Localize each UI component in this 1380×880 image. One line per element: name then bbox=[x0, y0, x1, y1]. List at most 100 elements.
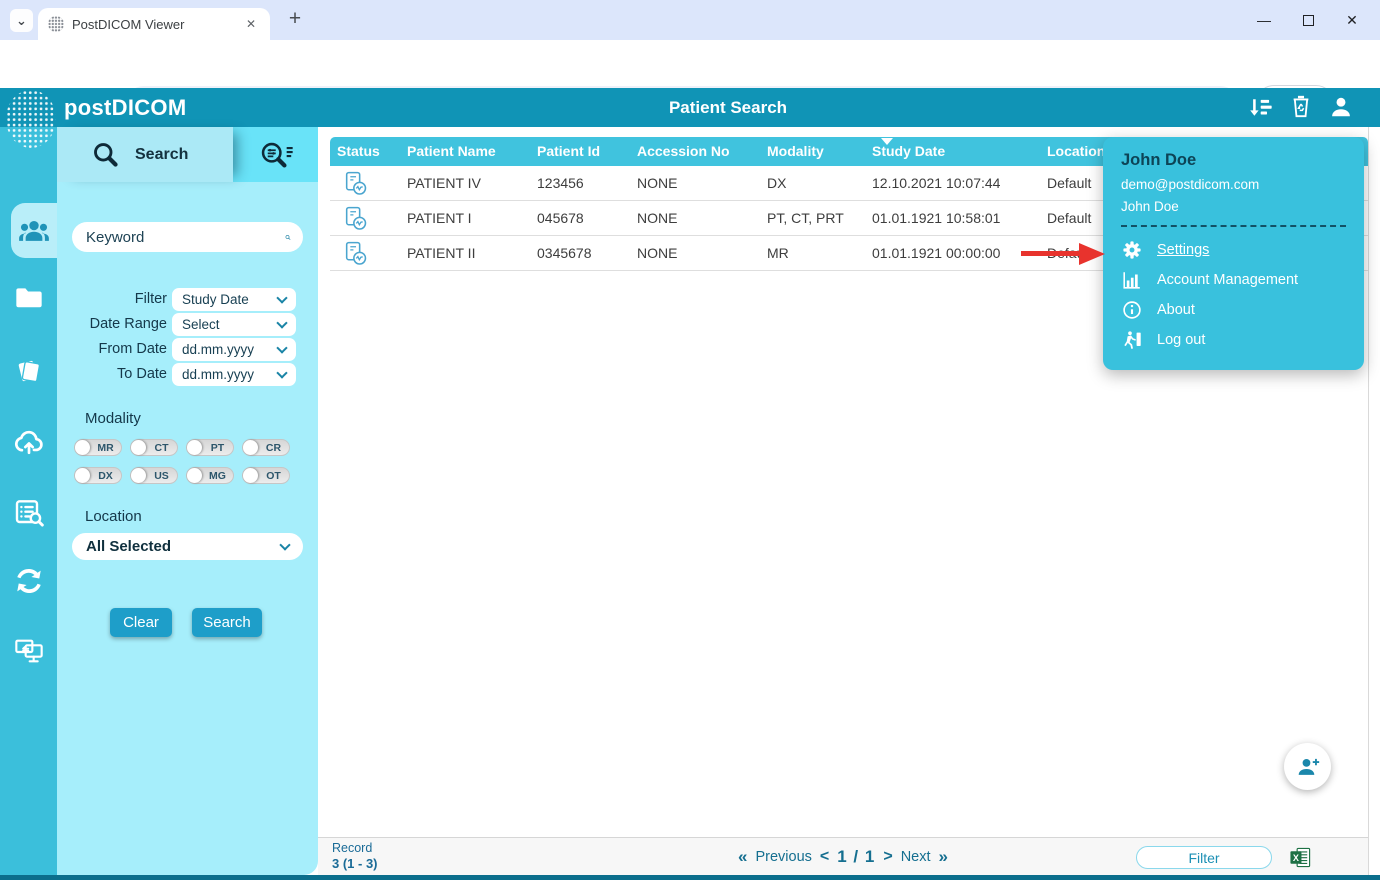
window-minimize-button[interactable]: — bbox=[1244, 0, 1284, 40]
tab-basic-search[interactable]: Search bbox=[57, 127, 233, 182]
sidebar-item-documents[interactable] bbox=[0, 343, 57, 399]
menu-item-account-management[interactable]: Account Management bbox=[1121, 265, 1346, 295]
modality-cr-label: CR bbox=[258, 442, 289, 454]
modality-mr-label: MR bbox=[90, 442, 121, 454]
sidebar-item-sync[interactable] bbox=[0, 553, 57, 609]
from-date-label: From Date bbox=[67, 338, 167, 361]
arrow-shaft bbox=[1021, 251, 1081, 256]
modality-toggle-mr[interactable]: MR bbox=[74, 439, 122, 456]
menu-divider bbox=[1121, 225, 1346, 227]
modality-ct-label: CT bbox=[146, 442, 177, 454]
search-button[interactable]: Search bbox=[192, 608, 262, 637]
tab-close-icon[interactable]: ✕ bbox=[242, 15, 260, 33]
window-close-button[interactable]: ✕ bbox=[1332, 0, 1372, 40]
menu-item-logout[interactable]: Log out bbox=[1121, 325, 1346, 355]
gear-icon bbox=[1121, 239, 1143, 261]
modality-toggle-ct[interactable]: CT bbox=[130, 439, 178, 456]
modality-toggle-ot[interactable]: OT bbox=[242, 467, 290, 484]
new-tab-button[interactable]: + bbox=[282, 6, 308, 32]
export-excel-button[interactable]: X bbox=[1289, 846, 1312, 869]
clear-button[interactable]: Clear bbox=[110, 608, 172, 637]
browser-tab[interactable]: PostDICOM Viewer ✕ bbox=[38, 8, 270, 40]
tab-search-chevron-button[interactable]: ⌄ bbox=[10, 9, 33, 32]
tab-advanced-search[interactable] bbox=[233, 127, 318, 182]
toggle-knob bbox=[243, 440, 258, 455]
keyword-input[interactable] bbox=[86, 229, 285, 246]
remote-monitors-icon bbox=[13, 634, 45, 666]
sidebar-item-remote-workstation[interactable] bbox=[0, 622, 57, 678]
study-status-icon[interactable] bbox=[342, 240, 369, 267]
filter-button[interactable]: Filter bbox=[1136, 846, 1272, 869]
cell-modality: PT, CT, PRT bbox=[760, 210, 865, 226]
add-user-fab-button[interactable] bbox=[1284, 743, 1331, 790]
first-page-button[interactable]: « bbox=[738, 847, 747, 867]
column-header-study-date[interactable]: Study Date bbox=[865, 137, 1040, 166]
app-sidebar bbox=[0, 127, 57, 875]
column-header-modality[interactable]: Modality bbox=[760, 137, 865, 166]
filter-label: Filter bbox=[67, 288, 167, 311]
cell-modality: DX bbox=[760, 175, 865, 191]
window-bottom-strip bbox=[0, 875, 1380, 880]
column-header-patient-id[interactable]: Patient Id bbox=[530, 137, 630, 166]
sidebar-item-folders[interactable] bbox=[0, 270, 57, 326]
user-name: John Doe bbox=[1121, 151, 1346, 170]
modality-toggle-dx[interactable]: DX bbox=[74, 467, 122, 484]
next-page-button[interactable]: Next bbox=[901, 849, 931, 865]
location-label: Location bbox=[85, 508, 142, 525]
cell-patient-name: PATIENT II bbox=[400, 245, 530, 261]
recycle-bin-icon bbox=[1288, 94, 1314, 120]
record-label: Record bbox=[332, 841, 378, 856]
modality-toggle-us[interactable]: US bbox=[130, 467, 178, 484]
study-status-icon[interactable] bbox=[342, 205, 369, 232]
tab-search-label: Search bbox=[135, 146, 188, 164]
sidebar-item-cloud-upload[interactable] bbox=[0, 414, 57, 470]
prev-chevron-icon[interactable]: < bbox=[820, 848, 829, 866]
search-panel: Search Filter Study Date Date Range Sele… bbox=[57, 127, 318, 875]
from-date-select[interactable]: dd.mm.yyyy bbox=[172, 338, 296, 361]
browser-toolbar: ← → germany.postdicom.com/Viewer/Main Gu… bbox=[0, 40, 1380, 88]
modality-toggle-cr[interactable]: CR bbox=[242, 439, 290, 456]
toggle-knob bbox=[131, 468, 146, 483]
bar-chart-icon bbox=[1121, 269, 1143, 291]
study-status-icon[interactable] bbox=[342, 170, 369, 197]
cell-study-date: 12.10.2021 10:07:44 bbox=[865, 175, 1040, 191]
menu-item-about[interactable]: About bbox=[1121, 295, 1346, 325]
cell-study-date: 01.01.1921 00:00:00 bbox=[865, 245, 1040, 261]
column-header-patient-name[interactable]: Patient Name bbox=[400, 137, 530, 166]
sidebar-item-query-retrieve[interactable] bbox=[0, 484, 57, 540]
date-range-select[interactable]: Select bbox=[172, 313, 296, 336]
modality-toggle-pt[interactable]: PT bbox=[186, 439, 234, 456]
sort-order-button[interactable] bbox=[1246, 94, 1274, 122]
previous-page-button[interactable]: Previous bbox=[755, 849, 811, 865]
cloud-upload-icon bbox=[12, 425, 46, 459]
menu-item-settings[interactable]: Settings bbox=[1121, 235, 1346, 265]
window-maximize-button[interactable] bbox=[1288, 0, 1328, 40]
user-menu-button[interactable] bbox=[1328, 94, 1356, 122]
from-date-value: dd.mm.yyyy bbox=[182, 342, 278, 357]
patients-icon bbox=[17, 214, 51, 248]
modality-toggle-mg[interactable]: MG bbox=[186, 467, 234, 484]
column-header-accession-no[interactable]: Accession No bbox=[630, 137, 760, 166]
info-icon bbox=[1121, 299, 1143, 321]
last-page-button[interactable]: » bbox=[939, 847, 948, 867]
next-chevron-icon[interactable]: > bbox=[883, 848, 892, 866]
cell-patient-id: 123456 bbox=[530, 175, 630, 191]
column-header-status[interactable]: Status bbox=[330, 137, 400, 166]
keyword-input-wrap bbox=[72, 222, 303, 252]
date-range-label: Date Range bbox=[67, 313, 167, 336]
sidebar-item-patients[interactable] bbox=[11, 203, 57, 258]
chevron-down-icon: ⌄ bbox=[16, 13, 27, 29]
to-date-value: dd.mm.yyyy bbox=[182, 367, 278, 382]
toggle-knob bbox=[187, 440, 202, 455]
chevron-down-icon bbox=[276, 342, 287, 353]
folder-icon bbox=[13, 282, 45, 314]
chevron-down-icon bbox=[276, 292, 287, 303]
filter-select[interactable]: Study Date bbox=[172, 288, 296, 311]
recycle-bin-button[interactable] bbox=[1288, 94, 1316, 122]
to-date-select[interactable]: dd.mm.yyyy bbox=[172, 363, 296, 386]
sort-descending-icon bbox=[881, 138, 893, 145]
location-select[interactable]: All Selected bbox=[72, 533, 303, 560]
search-icon bbox=[91, 140, 121, 170]
menu-items: Settings Account Management About Log ou… bbox=[1121, 235, 1346, 355]
postdicom-dotted-logo bbox=[6, 90, 56, 148]
